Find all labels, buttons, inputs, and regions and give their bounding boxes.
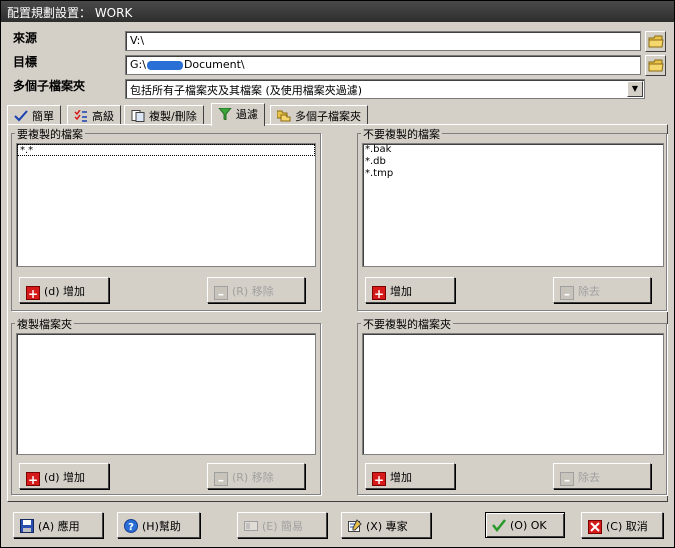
source-browse-button[interactable]: [645, 31, 666, 52]
expert-mode-icon: [348, 519, 362, 533]
plus-icon: +: [372, 472, 386, 487]
expert-label: (X) 專家: [366, 520, 408, 533]
list-item[interactable]: *.tmp: [363, 168, 663, 180]
simple-label: (E) 簡易: [262, 520, 304, 533]
exclude-folders-remove-label: 除去: [578, 471, 600, 484]
simple-mode-icon: [244, 519, 258, 533]
filter-tab-panel: 要複製的檔案 *.* + (d) 增加 – (R) 移除 不要複製的檔案 *.bak…: [7, 124, 668, 502]
exclude-files-title: 不要複製的檔案: [361, 126, 442, 142]
tab-multiple-subfolders-label: 多個子檔案夾: [295, 110, 361, 123]
exclude-files-add-button[interactable]: + 增加: [365, 277, 455, 303]
help-icon: ?: [124, 519, 138, 533]
tab-advanced-label: 高級: [92, 110, 114, 123]
include-files-title: 要複製的檔案: [15, 126, 85, 142]
help-button[interactable]: ? (H)幫助: [117, 512, 200, 538]
tab-advanced[interactable]: 高級: [67, 105, 121, 125]
copy-delete-icon: [131, 110, 145, 122]
include-folders-add-button[interactable]: + (d) 增加: [19, 463, 109, 489]
include-folders-list[interactable]: [16, 333, 316, 455]
exclude-files-remove-button[interactable]: – 除去: [553, 277, 651, 303]
exclude-folders-group: 不要複製的檔案夾 + 增加 – 除去: [357, 316, 667, 495]
expert-button[interactable]: (X) 專家: [341, 512, 431, 538]
tab-simple[interactable]: 簡單: [7, 105, 61, 125]
apply-button[interactable]: (A) 應用: [13, 512, 103, 538]
exclude-folders-remove-button[interactable]: – 除去: [553, 463, 651, 489]
exclude-folders-list[interactable]: [362, 333, 664, 455]
tab-copy-delete-label: 複製/刪除: [149, 110, 197, 123]
plus-icon: +: [26, 286, 40, 301]
subfolders-select[interactable]: 包括所有子檔案夾及其檔案 (及使用檔案夾過濾) ▼: [125, 79, 645, 99]
target-browse-button[interactable]: [645, 55, 666, 76]
source-field[interactable]: V:\: [125, 31, 641, 51]
chevron-down-icon[interactable]: ▼: [627, 81, 643, 97]
folder-icon: [648, 59, 664, 72]
folders-icon: [276, 110, 291, 122]
checkmark-icon: [492, 518, 506, 533]
include-files-list[interactable]: *.*: [16, 143, 316, 267]
include-folders-add-label: (d) 增加: [44, 471, 86, 484]
include-files-group: 要複製的檔案 *.* + (d) 增加 – (R) 移除: [11, 126, 321, 311]
source-label: 來源: [13, 31, 38, 45]
list-item[interactable]: *.bak: [363, 144, 663, 156]
exclude-files-list[interactable]: *.bak *.db *.tmp: [362, 143, 664, 267]
target-label: 目標: [13, 55, 38, 69]
save-icon: [20, 519, 34, 533]
tab-copy-delete[interactable]: 複製/刪除: [124, 105, 204, 125]
folder-icon: [648, 35, 664, 48]
minus-icon: –: [560, 286, 574, 301]
cancel-button[interactable]: (C) 取消: [581, 512, 663, 538]
tab-simple-label: 簡單: [32, 110, 54, 123]
redacted-mask: [146, 60, 183, 70]
apply-label: (A) 應用: [38, 520, 80, 533]
subfolders-label: 多個子檔案夾: [13, 79, 86, 93]
include-files-remove-button[interactable]: – (R) 移除: [207, 277, 305, 303]
simple-button[interactable]: (E) 簡易: [237, 512, 327, 538]
include-files-add-label: (d) 增加: [44, 285, 86, 298]
tab-multiple-subfolders[interactable]: 多個子檔案夾: [270, 105, 368, 125]
exclude-folders-add-button[interactable]: + 增加: [365, 463, 455, 489]
list-item[interactable]: *.db: [363, 156, 663, 168]
target-suffix: Document\: [183, 58, 245, 71]
subfolders-selected: 包括所有子檔案夾及其檔案 (及使用檔案夾過濾): [130, 84, 363, 97]
plus-icon: +: [26, 472, 40, 487]
list-item[interactable]: *.*: [17, 144, 315, 156]
check-icon: [14, 110, 28, 122]
tab-filter[interactable]: 過濾: [211, 103, 265, 126]
ok-button[interactable]: (O) OK: [485, 512, 565, 538]
exclude-folders-add-label: 增加: [390, 471, 412, 484]
ok-label: (O) OK: [510, 519, 547, 532]
window-title: 配置規劃設置： WORK: [1, 1, 674, 22]
minus-icon: –: [560, 472, 574, 487]
include-folders-title: 複製檔案夾: [15, 316, 74, 332]
filter-icon: [217, 107, 233, 121]
exclude-files-remove-label: 除去: [578, 285, 600, 298]
help-label: (H)幫助: [142, 520, 181, 533]
tab-filter-label: 過濾: [236, 108, 258, 121]
target-field[interactable]: G:\ Document\: [125, 55, 641, 75]
svg-text:?: ?: [128, 522, 134, 533]
minus-icon: –: [214, 286, 228, 301]
exclude-files-add-label: 增加: [390, 285, 412, 298]
cancel-label: (C) 取消: [606, 520, 648, 533]
sync-profile-dialog: 配置規劃設置： WORK 來源 V:\ 目標 G:\ Document\ 多個子檔…: [0, 0, 675, 548]
checklist-icon: [74, 109, 88, 122]
target-prefix: G:\: [130, 58, 146, 71]
plus-icon: +: [372, 286, 386, 301]
include-folders-remove-button[interactable]: – (R) 移除: [207, 463, 305, 489]
include-folders-group: 複製檔案夾 + (d) 增加 – (R) 移除: [11, 316, 321, 495]
include-folders-remove-label: (R) 移除: [232, 471, 274, 484]
exclude-folders-title: 不要複製的檔案夾: [361, 316, 453, 332]
include-files-add-button[interactable]: + (d) 增加: [19, 277, 109, 303]
include-files-remove-label: (R) 移除: [232, 285, 274, 298]
exclude-files-group: 不要複製的檔案 *.bak *.db *.tmp + 增加 – 除去: [357, 126, 667, 311]
close-icon: [588, 520, 602, 534]
minus-icon: –: [214, 472, 228, 487]
